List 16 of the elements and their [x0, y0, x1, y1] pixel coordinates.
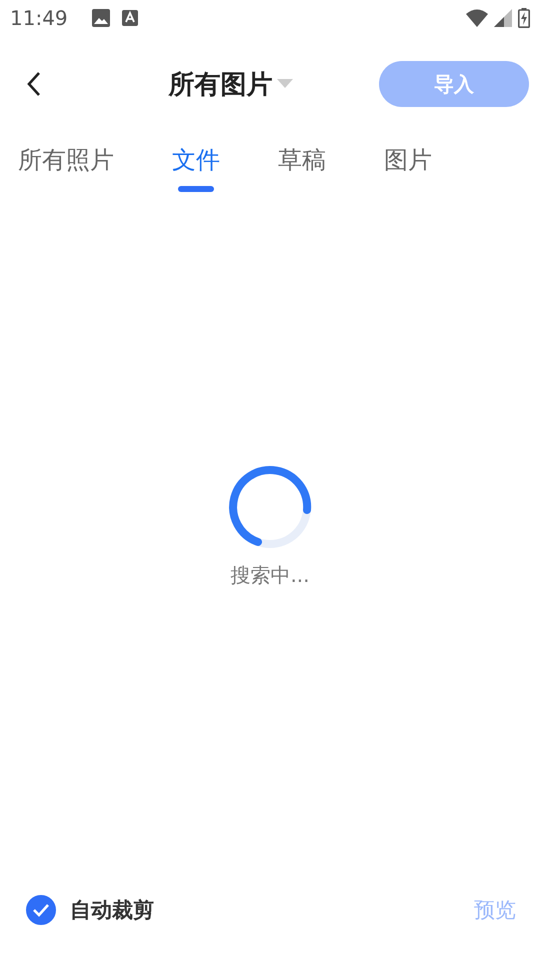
status-time: 11:49 — [10, 6, 68, 30]
checkmark-icon — [32, 903, 50, 917]
auto-crop-checkbox[interactable]: 自动裁剪 — [26, 895, 154, 925]
battery-charging-icon — [518, 8, 530, 28]
app-icon — [122, 10, 138, 26]
loading-spinner-icon — [227, 464, 313, 550]
signal-icon — [494, 9, 512, 27]
album-title[interactable]: 所有图片 — [168, 66, 272, 102]
tab[interactable]: 文件 — [172, 132, 220, 220]
tab[interactable]: 草稿 — [278, 132, 326, 220]
loading-text: 搜索中... — [230, 562, 310, 588]
tab[interactable]: 图片 — [384, 132, 432, 220]
tab[interactable]: 所有照片 — [18, 132, 114, 220]
wifi-icon — [466, 9, 488, 27]
image-icon — [92, 9, 110, 27]
back-icon[interactable] — [26, 71, 42, 97]
